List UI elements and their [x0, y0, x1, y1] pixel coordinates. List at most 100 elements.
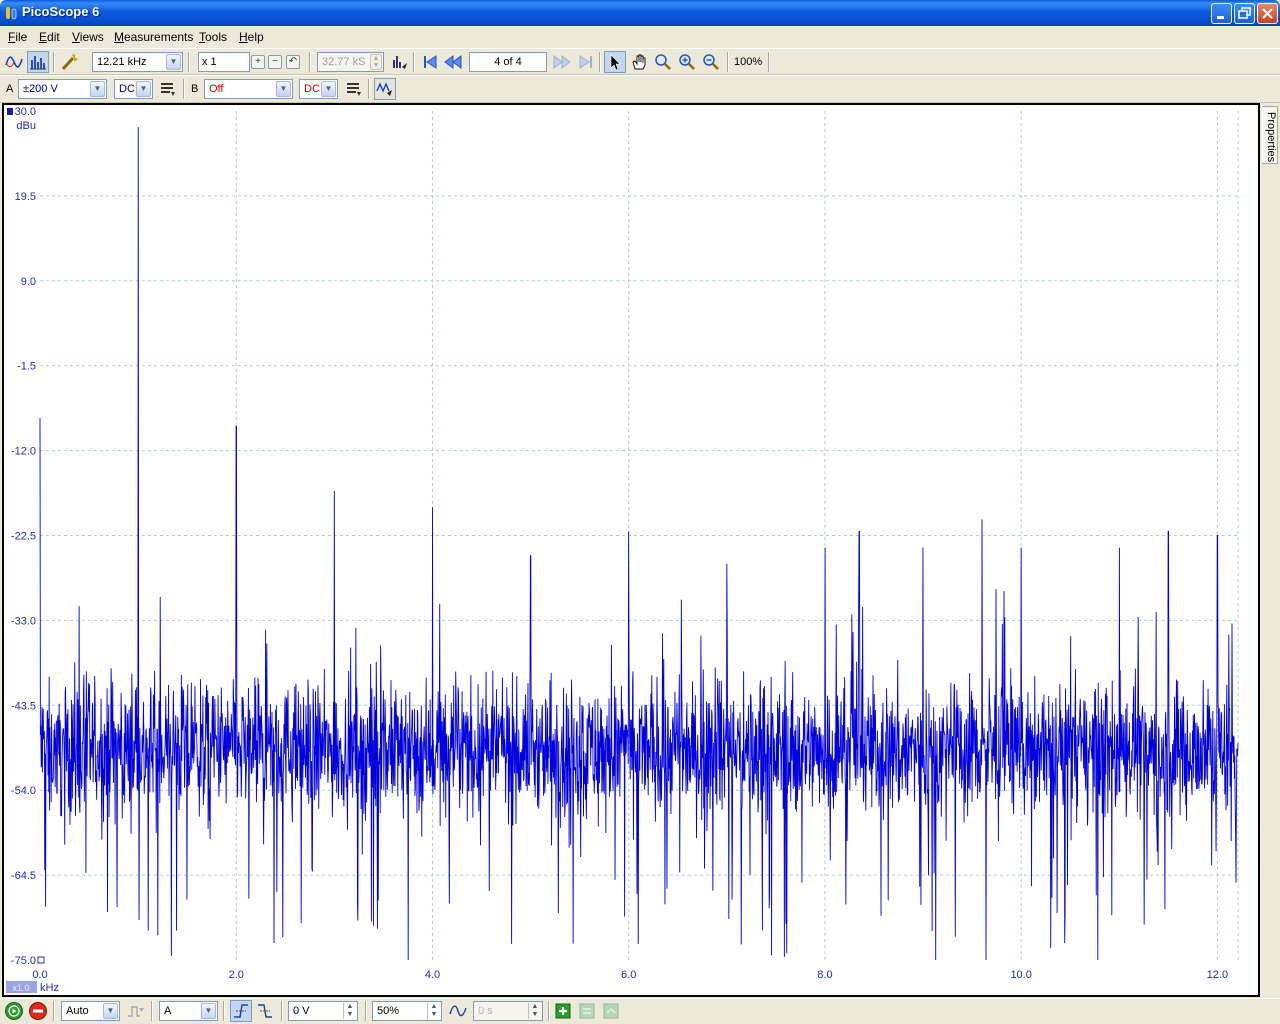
magnifier-icon — [655, 54, 671, 70]
samples-field[interactable]: 32.77 kS ▲ ▼ — [317, 52, 384, 72]
select-tool-button[interactable] — [604, 51, 626, 73]
close-button[interactable] — [1257, 3, 1278, 24]
channel-a-marker — [7, 108, 13, 115]
signal-generator-button[interactable] — [374, 78, 396, 100]
zoom-reset-small-button[interactable]: ↶ — [286, 55, 300, 69]
channel-a-range-value: ±200 V — [23, 83, 58, 95]
falling-edge-button[interactable] — [254, 1000, 276, 1022]
chevron-down-icon: ▼ — [103, 1003, 118, 1019]
chevron-down-icon: ▼ — [90, 81, 105, 97]
edit-measurement-icon — [579, 1003, 595, 1019]
resolution-button[interactable] — [389, 51, 411, 73]
zoom-in-small-button[interactable]: + — [251, 55, 265, 69]
hand-tool-button[interactable] — [628, 51, 650, 73]
menu-views[interactable]: Views — [72, 30, 104, 44]
y-tick-label: -33.0 — [11, 615, 36, 627]
zoom-out-icon — [703, 54, 719, 70]
stop-icon — [29, 1002, 47, 1020]
x-tick-label: 6.0 — [621, 969, 636, 981]
pre-trigger-value: 50% — [377, 1005, 400, 1017]
edit-measurement-button[interactable] — [576, 1000, 598, 1022]
y-tick-label: 19.5 — [15, 191, 36, 203]
y-axis-unit-label: dBu — [16, 120, 36, 132]
window-title: PicoScope 6 — [22, 4, 100, 19]
channel-options-icon — [161, 83, 175, 96]
rising-edge-button[interactable] — [230, 1000, 252, 1022]
zoom-out-button[interactable] — [700, 51, 722, 73]
zoom-percent-label[interactable]: 100% — [734, 56, 762, 68]
spectrum-plot[interactable]: 30.0 19.5 9.0 -1.5 -12.0 -22.5 -33.0 -43.5 -54.0… — [4, 105, 1258, 995]
auto-setup-button[interactable] — [58, 51, 80, 73]
channel-a-options-button[interactable] — [157, 78, 179, 100]
advanced-trigger-button[interactable] — [125, 1000, 147, 1022]
trigger-source-value: A — [164, 1005, 172, 1017]
channel-options-icon — [347, 83, 361, 96]
channel-b-range-select[interactable]: Off ▼ — [204, 79, 293, 99]
last-buffer-button[interactable] — [575, 51, 597, 73]
next-buffer-button[interactable] — [551, 51, 573, 73]
channel-b-coupling-select[interactable]: DC ▼ — [299, 79, 338, 99]
skip-last-icon — [579, 55, 592, 69]
restore-button[interactable] — [1234, 3, 1255, 24]
falling-edge-icon — [258, 1004, 272, 1018]
channel-a-coupling-select[interactable]: DC ▼ — [114, 79, 153, 99]
previous-buffer-button[interactable] — [442, 51, 464, 73]
zoom-factor-field[interactable]: x 1 — [198, 52, 250, 72]
y-tick-label: -54.0 — [11, 785, 36, 797]
spectrum-range-select[interactable]: 12.21 kHz ▼ — [92, 52, 183, 72]
pre-trigger-field[interactable]: 50% ▲ ▼ — [372, 1001, 442, 1021]
channel-b-label: B — [191, 83, 199, 95]
menu-tools[interactable]: Tools — [199, 30, 227, 44]
spectrum-view[interactable]: 30.0 19.5 9.0 -1.5 -12.0 -22.5 -33.0 -43.5 -54.0… — [2, 103, 1260, 997]
channel-a-range-select[interactable]: ±200 V ▼ — [18, 79, 107, 99]
spinner-icon[interactable]: ▲ ▼ — [528, 1003, 541, 1019]
restore-icon — [1238, 7, 1251, 19]
zoom-out-small-button[interactable]: − — [268, 55, 282, 69]
buffer-position-field[interactable]: 4 of 4 — [469, 52, 547, 72]
first-buffer-button[interactable] — [419, 51, 441, 73]
scope-mode-button[interactable] — [3, 51, 25, 73]
y-tick-label: -12.0 — [11, 446, 36, 458]
delete-measurement-button[interactable] — [600, 1000, 622, 1022]
trigger-mode-value: Auto — [66, 1005, 89, 1017]
x-tick-label: 2.0 — [229, 969, 244, 981]
trigger-delay-field[interactable]: 0 s ▲ ▼ — [473, 1001, 543, 1021]
menu-file[interactable]: File — [8, 30, 27, 44]
menu-help[interactable]: Help — [239, 30, 264, 44]
spinner-icon: ▲ ▼ — [370, 54, 382, 70]
resolution-enhance-icon — [393, 56, 407, 69]
spinner-icon[interactable]: ▲ ▼ — [343, 1003, 356, 1019]
menu-measurements[interactable]: Measurements — [114, 30, 193, 44]
minimize-button[interactable] — [1211, 3, 1232, 24]
stop-button[interactable] — [27, 1000, 49, 1022]
title-bar: PicoScope 6 — [0, 0, 1280, 26]
properties-tab[interactable]: Properties — [1262, 106, 1278, 164]
signal-generator-icon — [376, 82, 392, 96]
trigger-threshold-field[interactable]: 0 V ▲ ▼ — [288, 1001, 358, 1021]
trigger-mode-select[interactable]: Auto ▼ — [61, 1001, 120, 1021]
scope-wave-icon — [5, 56, 23, 68]
spectrum-range-value: 12.21 kHz — [97, 56, 147, 68]
channel-b-range-value: Off — [209, 83, 224, 95]
add-measurement-button[interactable] — [552, 1000, 574, 1022]
start-button[interactable] — [3, 1000, 25, 1022]
y-tick-label: -22.5 — [11, 531, 36, 543]
x-tick-label: 4.0 — [425, 969, 440, 981]
trigger-source-select[interactable]: A ▼ — [159, 1001, 218, 1021]
spinner-icon[interactable]: ▲ ▼ — [427, 1003, 440, 1019]
chevron-down-icon: ▼ — [321, 81, 336, 97]
x-tick-label: 12.0 — [1207, 969, 1228, 981]
zoom-in-button[interactable] — [676, 51, 698, 73]
post-trigger-delay-button[interactable] — [447, 1000, 469, 1022]
trigger-pulse-icon — [128, 1006, 144, 1017]
y-tick-label: -75.0 — [11, 955, 36, 967]
channel-b-options-button[interactable] — [343, 78, 365, 100]
channel-toolbar: A ±200 V ▼ DC ▼ B Off ▼ DC ▼ — [0, 75, 1280, 103]
menu-edit[interactable]: Edit — [39, 30, 60, 44]
spectrum-mode-button[interactable] — [27, 51, 49, 73]
x-axis-unit-label: kHz — [40, 982, 59, 994]
menu-bar: File Edit Views Measurements Tools Help — [0, 26, 1280, 48]
zoom-tool-button[interactable] — [652, 51, 674, 73]
x-tick-label: 8.0 — [817, 969, 832, 981]
x-tick-label: 10.0 — [1010, 969, 1031, 981]
